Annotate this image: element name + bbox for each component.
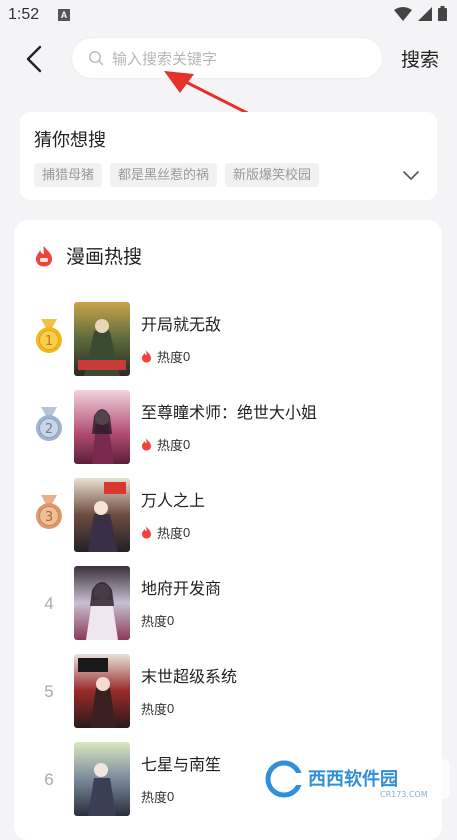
- hot-rank-list: 1 开局就无敌 热度 0 2 至尊瞳术师：绝世大小姐 热度 0 3 万人之上 热…: [14, 300, 442, 828]
- flame-icon: [142, 526, 151, 539]
- watermark-url: CR173.COM: [380, 790, 428, 799]
- heat-value: 0: [167, 789, 175, 804]
- medal-bronze-icon: 3: [36, 495, 62, 529]
- heat-value: 0: [183, 349, 191, 364]
- hot-flame-icon: [36, 245, 52, 266]
- rank-number: 6: [44, 770, 54, 789]
- heat-label: 热度: [157, 526, 184, 541]
- search-icon: [88, 50, 104, 66]
- search-input[interactable]: [110, 46, 369, 72]
- heat-value: 0: [167, 613, 175, 628]
- rank-number: 1: [45, 334, 53, 349]
- hot-search-header: 漫画热搜: [34, 242, 142, 269]
- heat-value: 0: [167, 701, 175, 716]
- heat-label: 热度: [141, 702, 168, 717]
- rank-number: 4: [44, 594, 54, 613]
- medal-silver-icon: 2: [36, 407, 62, 441]
- rank-row[interactable]: 2 至尊瞳术师：绝世大小姐 热度 0: [14, 388, 442, 476]
- status-time: 1:52: [8, 6, 40, 23]
- rank-row[interactable]: 1 开局就无敌 热度 0: [14, 300, 442, 388]
- search-button[interactable]: 搜索: [401, 45, 439, 72]
- comic-title: 开局就无敌: [141, 317, 222, 334]
- heat-label: 热度: [141, 614, 168, 629]
- comic-cover[interactable]: [74, 742, 130, 816]
- rank-row[interactable]: 5 末世超级系统 热度 0: [14, 652, 442, 740]
- rank-row[interactable]: 4 地府开发商 热度 0: [14, 564, 442, 652]
- guess-tag[interactable]: 捕猎母猪: [34, 163, 103, 187]
- guess-card: 猜你想搜 捕猎母猪 都是黑丝惹的祸 新版爆笑校园: [20, 112, 437, 200]
- guess-tag-list: 捕猎母猪 都是黑丝惹的祸 新版爆笑校园: [34, 163, 320, 187]
- heat-label: 热度: [141, 790, 168, 805]
- guess-title: 猜你想搜: [34, 130, 106, 150]
- hot-search-title: 漫画热搜: [66, 247, 143, 268]
- back-button[interactable]: [22, 44, 48, 74]
- back-arrow-icon: [26, 45, 42, 73]
- notification-icon: A: [58, 9, 70, 21]
- comic-cover[interactable]: [74, 566, 130, 640]
- wifi-icon: [394, 6, 412, 21]
- hot-search-card: 漫画热搜 1 开局就无敌 热度 0 2 至尊瞳术师：绝世大小姐 热度 0 3 万…: [14, 220, 442, 840]
- status-bar: 1:52 A: [0, 0, 457, 32]
- rank-number: 3: [45, 510, 53, 525]
- comic-title: 至尊瞳术师：绝世大小姐: [141, 405, 318, 422]
- heat-info: 热度 0: [141, 523, 190, 542]
- guess-tag[interactable]: 都是黑丝惹的祸: [110, 163, 218, 187]
- rank-number: 5: [44, 682, 54, 701]
- comic-title: 末世超级系统: [141, 669, 238, 686]
- site-watermark: 西西软件园 CR173.COM: [260, 759, 450, 799]
- flame-icon: [142, 438, 151, 451]
- comic-cover[interactable]: [74, 478, 130, 552]
- comic-cover[interactable]: [74, 390, 130, 464]
- heat-info: 热度 0: [141, 347, 190, 366]
- heat-value: 0: [183, 525, 191, 540]
- heat-label: 热度: [157, 350, 184, 365]
- medal-gold-icon: 1: [36, 319, 62, 353]
- comic-title: 万人之上: [141, 493, 206, 510]
- comic-cover[interactable]: [74, 654, 130, 728]
- heat-info: 热度 0: [141, 787, 174, 806]
- heat-info: 热度 0: [141, 611, 174, 630]
- heat-value: 0: [183, 437, 191, 452]
- comic-title: 七星与南笙: [141, 757, 222, 774]
- battery-icon: [438, 6, 447, 21]
- comic-cover[interactable]: [74, 302, 130, 376]
- heat-label: 热度: [157, 438, 184, 453]
- chevron-down-icon[interactable]: [402, 168, 420, 182]
- rank-number: 2: [45, 422, 53, 437]
- guess-tag[interactable]: 新版爆笑校园: [225, 163, 320, 187]
- heat-info: 热度 0: [141, 435, 190, 454]
- comic-title: 地府开发商: [141, 581, 222, 598]
- watermark-text: 西西软件园: [308, 768, 398, 790]
- heat-info: 热度 0: [141, 699, 174, 718]
- flame-icon: [142, 350, 151, 363]
- rank-row[interactable]: 3 万人之上 热度 0: [14, 476, 442, 564]
- signal-icon: [418, 6, 432, 21]
- search-box[interactable]: [72, 38, 382, 78]
